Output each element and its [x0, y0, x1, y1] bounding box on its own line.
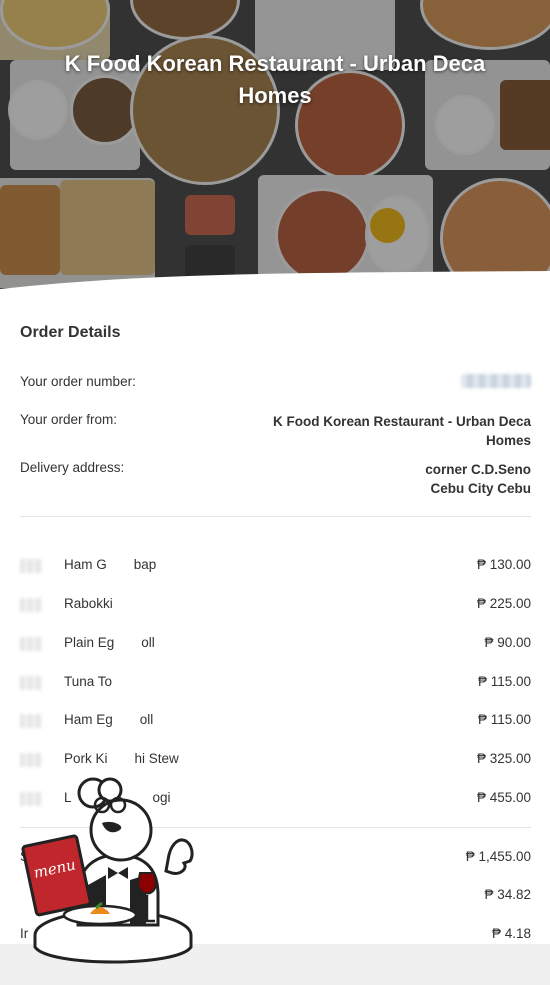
item-qty-redacted	[20, 676, 42, 690]
tax-value: ₱ 4.18	[491, 926, 531, 941]
list-item: Tuna To ₱ 115.00	[20, 674, 531, 694]
hero-wave-divider	[0, 271, 550, 300]
item-price: ₱ 90.00	[484, 635, 531, 650]
item-name: Plain Eg oll	[64, 635, 155, 650]
item-qty-redacted	[20, 637, 42, 651]
item-price: ₱ 325.00	[476, 751, 531, 766]
order-from-label: Your order from:	[20, 412, 118, 427]
order-from-row: Your order from: K Food Korean Restauran…	[20, 412, 531, 452]
item-name: Pork Ki hi Stew	[64, 751, 179, 766]
chef-menu-badge-icon: menu	[21, 777, 194, 964]
section-title: Order Details	[20, 324, 121, 341]
item-name: Ham G bap	[64, 557, 157, 572]
order-number-value-redacted	[461, 374, 531, 393]
restaurant-title: K Food Korean Restaurant - Urban Deca Ho…	[64, 51, 486, 108]
fee-value: ₱ 34.82	[484, 887, 531, 902]
list-item: Pork Ki hi Stew ₱ 325.00	[20, 751, 531, 771]
item-price: ₱ 130.00	[476, 557, 531, 572]
item-name: Tuna To	[64, 674, 113, 689]
item-price: ₱ 455.00	[476, 790, 531, 805]
order-number-row: Your order number:	[20, 374, 531, 394]
item-qty-redacted	[20, 714, 42, 728]
item-name: Rabokki	[64, 596, 113, 611]
hero-banner: K Food Korean Restaurant - Urban Deca Ho…	[0, 0, 550, 300]
list-item: Rabokki ₱ 225.00	[20, 596, 531, 616]
delivery-address-value: corner C.D.Seno Cebu City Cebu	[425, 460, 531, 498]
list-item: Ham G bap ₱ 130.00	[20, 557, 531, 577]
item-name: Ham Eg oll	[64, 712, 154, 727]
order-from-value: K Food Korean Restaurant - Urban Deca Ho…	[273, 412, 531, 450]
order-number-label: Your order number:	[20, 374, 136, 389]
hero-overlay	[0, 0, 550, 300]
item-price: ₱ 115.00	[477, 674, 531, 689]
item-qty-redacted	[20, 598, 42, 612]
address-line1: corner C.D.Seno	[425, 462, 531, 477]
list-item: Ham Eg oll ₱ 115.00	[20, 712, 531, 732]
address-line2: Cebu City Cebu	[430, 481, 531, 496]
item-qty-redacted	[20, 559, 42, 573]
divider	[20, 516, 531, 517]
order-from-line1: K Food Korean Restaurant - Urban Deca	[272, 414, 531, 429]
subtotal-value: ₱ 1,455.00	[465, 849, 531, 864]
list-item: Plain Eg oll ₱ 90.00	[20, 635, 531, 655]
order-from-line2: Homes	[485, 433, 531, 448]
item-qty-redacted	[20, 753, 42, 767]
delivery-address-row: Delivery address: corner C.D.Seno Cebu C…	[20, 460, 531, 500]
delivery-address-label: Delivery address:	[20, 460, 125, 475]
item-price: ₱ 115.00	[477, 712, 531, 727]
item-price: ₱ 225.00	[476, 596, 531, 611]
